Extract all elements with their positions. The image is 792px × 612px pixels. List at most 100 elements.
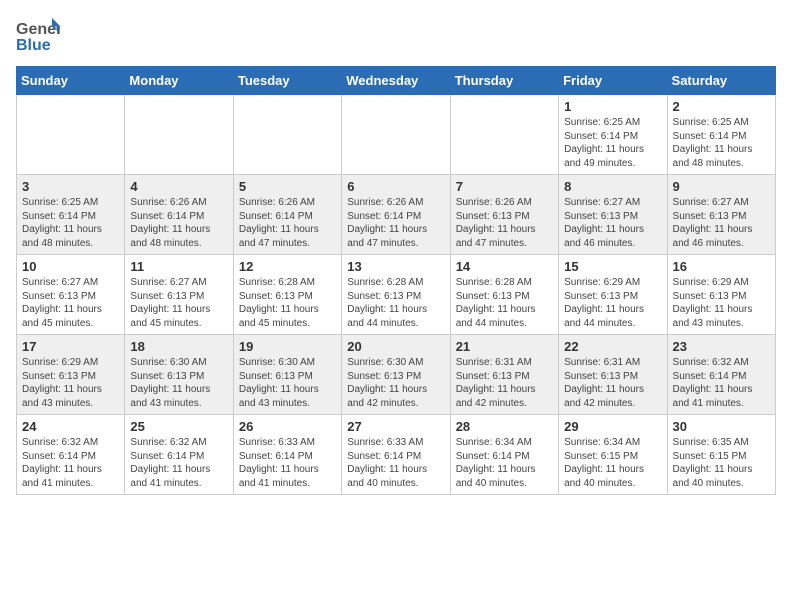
day-number: 6 (347, 179, 444, 194)
day-info: Sunrise: 6:31 AM Sunset: 6:13 PM Dayligh… (456, 356, 553, 410)
day-number: 11 (130, 259, 227, 274)
calendar-cell: 5 Sunrise: 6:26 AM Sunset: 6:14 PM Daylig… (233, 175, 341, 255)
day-number: 4 (130, 179, 227, 194)
calendar-cell: 13 Sunrise: 6:28 AM Sunset: 6:13 PM Dayli… (342, 255, 450, 335)
calendar-cell: 17 Sunrise: 6:29 AM Sunset: 6:13 PM Dayli… (17, 335, 125, 415)
day-info: Sunrise: 6:26 AM Sunset: 6:14 PM Dayligh… (239, 196, 336, 250)
day-info: Sunrise: 6:31 AM Sunset: 6:13 PM Dayligh… (564, 356, 661, 410)
calendar-cell: 21 Sunrise: 6:31 AM Sunset: 6:13 PM Dayli… (450, 335, 558, 415)
logo-icon: General Blue (16, 16, 60, 54)
calendar-cell: 2 Sunrise: 6:25 AM Sunset: 6:14 PM Daylig… (667, 95, 775, 175)
day-info: Sunrise: 6:26 AM Sunset: 6:14 PM Dayligh… (130, 196, 227, 250)
day-header-thursday: Thursday (450, 67, 558, 95)
day-number: 9 (673, 179, 770, 194)
day-number: 23 (673, 339, 770, 354)
day-number: 26 (239, 419, 336, 434)
calendar-cell: 24 Sunrise: 6:32 AM Sunset: 6:14 PM Dayli… (17, 415, 125, 495)
day-info: Sunrise: 6:33 AM Sunset: 6:14 PM Dayligh… (347, 436, 444, 490)
calendar: SundayMondayTuesdayWednesdayThursdayFrid… (16, 66, 776, 495)
day-number: 8 (564, 179, 661, 194)
calendar-cell (233, 95, 341, 175)
day-info: Sunrise: 6:35 AM Sunset: 6:15 PM Dayligh… (673, 436, 770, 490)
day-number: 16 (673, 259, 770, 274)
day-number: 5 (239, 179, 336, 194)
logo: General Blue (16, 16, 60, 54)
day-number: 24 (22, 419, 119, 434)
day-number: 21 (456, 339, 553, 354)
calendar-cell: 23 Sunrise: 6:32 AM Sunset: 6:14 PM Dayli… (667, 335, 775, 415)
calendar-cell: 16 Sunrise: 6:29 AM Sunset: 6:13 PM Dayli… (667, 255, 775, 335)
day-number: 12 (239, 259, 336, 274)
day-number: 28 (456, 419, 553, 434)
calendar-cell: 3 Sunrise: 6:25 AM Sunset: 6:14 PM Daylig… (17, 175, 125, 255)
day-info: Sunrise: 6:32 AM Sunset: 6:14 PM Dayligh… (130, 436, 227, 490)
day-number: 2 (673, 99, 770, 114)
day-info: Sunrise: 6:30 AM Sunset: 6:13 PM Dayligh… (130, 356, 227, 410)
day-info: Sunrise: 6:28 AM Sunset: 6:13 PM Dayligh… (456, 276, 553, 330)
calendar-cell: 28 Sunrise: 6:34 AM Sunset: 6:14 PM Dayli… (450, 415, 558, 495)
calendar-cell: 19 Sunrise: 6:30 AM Sunset: 6:13 PM Dayli… (233, 335, 341, 415)
calendar-cell: 1 Sunrise: 6:25 AM Sunset: 6:14 PM Daylig… (559, 95, 667, 175)
calendar-cell: 10 Sunrise: 6:27 AM Sunset: 6:13 PM Dayli… (17, 255, 125, 335)
day-number: 3 (22, 179, 119, 194)
day-header-friday: Friday (559, 67, 667, 95)
calendar-cell (125, 95, 233, 175)
calendar-cell: 20 Sunrise: 6:30 AM Sunset: 6:13 PM Dayli… (342, 335, 450, 415)
day-info: Sunrise: 6:34 AM Sunset: 6:15 PM Dayligh… (564, 436, 661, 490)
svg-text:Blue: Blue (16, 37, 51, 54)
day-info: Sunrise: 6:27 AM Sunset: 6:13 PM Dayligh… (673, 196, 770, 250)
calendar-cell: 25 Sunrise: 6:32 AM Sunset: 6:14 PM Dayli… (125, 415, 233, 495)
day-number: 30 (673, 419, 770, 434)
calendar-cell: 11 Sunrise: 6:27 AM Sunset: 6:13 PM Dayli… (125, 255, 233, 335)
day-number: 10 (22, 259, 119, 274)
day-info: Sunrise: 6:25 AM Sunset: 6:14 PM Dayligh… (673, 116, 770, 170)
day-info: Sunrise: 6:25 AM Sunset: 6:14 PM Dayligh… (564, 116, 661, 170)
day-header-saturday: Saturday (667, 67, 775, 95)
day-number: 14 (456, 259, 553, 274)
day-number: 25 (130, 419, 227, 434)
day-number: 13 (347, 259, 444, 274)
calendar-cell: 18 Sunrise: 6:30 AM Sunset: 6:13 PM Dayli… (125, 335, 233, 415)
day-info: Sunrise: 6:32 AM Sunset: 6:14 PM Dayligh… (673, 356, 770, 410)
day-number: 22 (564, 339, 661, 354)
calendar-cell: 14 Sunrise: 6:28 AM Sunset: 6:13 PM Dayli… (450, 255, 558, 335)
day-number: 29 (564, 419, 661, 434)
calendar-cell: 22 Sunrise: 6:31 AM Sunset: 6:13 PM Dayli… (559, 335, 667, 415)
calendar-cell: 29 Sunrise: 6:34 AM Sunset: 6:15 PM Dayli… (559, 415, 667, 495)
day-info: Sunrise: 6:29 AM Sunset: 6:13 PM Dayligh… (673, 276, 770, 330)
calendar-cell: 4 Sunrise: 6:26 AM Sunset: 6:14 PM Daylig… (125, 175, 233, 255)
day-info: Sunrise: 6:29 AM Sunset: 6:13 PM Dayligh… (564, 276, 661, 330)
calendar-cell: 6Sunrise: 6:26 AM Sunset: 6:14 PM Daylig… (342, 175, 450, 255)
day-number: 7 (456, 179, 553, 194)
day-number: 15 (564, 259, 661, 274)
calendar-cell (342, 95, 450, 175)
day-info: Sunrise: 6:29 AM Sunset: 6:13 PM Dayligh… (22, 356, 119, 410)
day-info: Sunrise: 6:27 AM Sunset: 6:13 PM Dayligh… (564, 196, 661, 250)
calendar-cell: 8 Sunrise: 6:27 AM Sunset: 6:13 PM Daylig… (559, 175, 667, 255)
day-header-sunday: Sunday (17, 67, 125, 95)
calendar-cell (17, 95, 125, 175)
day-number: 20 (347, 339, 444, 354)
calendar-cell: 15 Sunrise: 6:29 AM Sunset: 6:13 PM Dayli… (559, 255, 667, 335)
day-info: Sunrise: 6:27 AM Sunset: 6:13 PM Dayligh… (130, 276, 227, 330)
day-info: Sunrise: 6:30 AM Sunset: 6:13 PM Dayligh… (239, 356, 336, 410)
calendar-cell: 30 Sunrise: 6:35 AM Sunset: 6:15 PM Dayli… (667, 415, 775, 495)
day-info: Sunrise: 6:27 AM Sunset: 6:13 PM Dayligh… (22, 276, 119, 330)
day-number: 19 (239, 339, 336, 354)
day-header-wednesday: Wednesday (342, 67, 450, 95)
day-number: 17 (22, 339, 119, 354)
day-info: Sunrise: 6:26 AM Sunset: 6:13 PM Dayligh… (456, 196, 553, 250)
day-header-monday: Monday (125, 67, 233, 95)
day-info: Sunrise: 6:34 AM Sunset: 6:14 PM Dayligh… (456, 436, 553, 490)
calendar-cell: 26 Sunrise: 6:33 AM Sunset: 6:14 PM Dayli… (233, 415, 341, 495)
day-info: Sunrise: 6:33 AM Sunset: 6:14 PM Dayligh… (239, 436, 336, 490)
day-info: Sunrise: 6:30 AM Sunset: 6:13 PM Dayligh… (347, 356, 444, 410)
day-number: 1 (564, 99, 661, 114)
day-info: Sunrise: 6:32 AM Sunset: 6:14 PM Dayligh… (22, 436, 119, 490)
day-number: 27 (347, 419, 444, 434)
day-number: 18 (130, 339, 227, 354)
day-info: Sunrise: 6:25 AM Sunset: 6:14 PM Dayligh… (22, 196, 119, 250)
day-info: Sunrise: 6:28 AM Sunset: 6:13 PM Dayligh… (347, 276, 444, 330)
calendar-cell: 9 Sunrise: 6:27 AM Sunset: 6:13 PM Daylig… (667, 175, 775, 255)
day-header-tuesday: Tuesday (233, 67, 341, 95)
